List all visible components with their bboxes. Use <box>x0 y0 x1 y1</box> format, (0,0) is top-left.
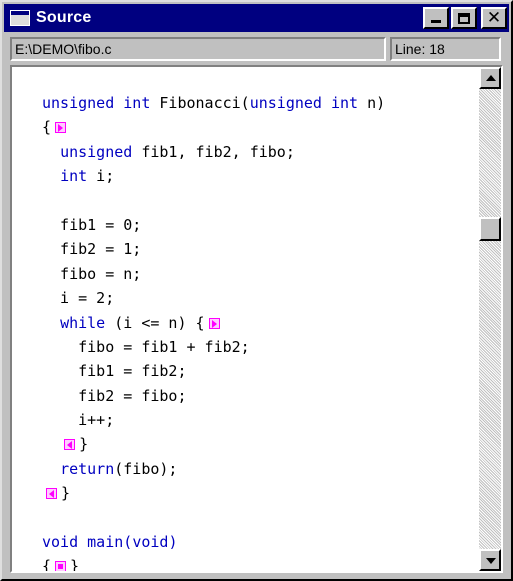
fold-expand-icon[interactable] <box>55 122 67 134</box>
code-text: fib1, fib2, fibo; <box>132 142 295 161</box>
code-line[interactable]: fibo = n; <box>42 262 385 286</box>
line-indicator: Line: 18 <box>390 37 501 61</box>
title-bar[interactable]: Source ✕ <box>4 4 509 32</box>
code-text: fib1 = fib2; <box>42 362 187 381</box>
scroll-down-button[interactable] <box>479 549 501 571</box>
code-text: { <box>42 557 52 573</box>
code-keyword: unsigned <box>60 142 133 161</box>
code-line[interactable]: unsigned int Fibonacci(unsigned int n) <box>42 91 385 115</box>
code-text: } <box>70 557 80 573</box>
code-text: } <box>61 484 71 503</box>
scroll-thumb[interactable] <box>479 217 501 241</box>
code-text: fib1 = 0; <box>42 215 142 234</box>
code-text: fibo = n; <box>42 264 142 283</box>
code-keyword: unsigned int <box>42 94 151 112</box>
code-line[interactable]: fib1 = 0; <box>42 213 385 237</box>
minimize-button[interactable] <box>423 7 449 29</box>
window-icon[interactable] <box>10 10 30 26</box>
vertical-scrollbar[interactable] <box>479 67 501 571</box>
code-keyword: void <box>132 533 169 552</box>
fold-collapse-icon[interactable] <box>46 488 57 500</box>
code-keyword: void main( <box>42 533 133 552</box>
code-line[interactable]: fib2 = 1; <box>42 237 385 261</box>
minimize-icon <box>431 20 441 23</box>
maximize-icon <box>458 12 470 24</box>
code-line[interactable]: i++; <box>42 408 385 432</box>
code-text: } <box>79 435 89 454</box>
window-title: Source <box>36 9 92 26</box>
code-keyword: ) <box>168 533 178 552</box>
code-text: Fibonacci( <box>150 94 250 112</box>
code-text: (fibo); <box>114 459 178 478</box>
code-text: i++; <box>42 411 115 430</box>
code-line[interactable]: } <box>42 432 385 456</box>
code-line[interactable]: fib1 = fib2; <box>42 359 385 383</box>
source-window: Source ✕ E:\DEMO\fibo.c Line: 18 unsigne… <box>0 0 513 581</box>
code-line[interactable]: void main(void) <box>42 530 385 554</box>
code-line[interactable]: { <box>42 115 385 139</box>
close-button[interactable]: ✕ <box>481 7 507 29</box>
file-path: E:\DEMO\fibo.c <box>10 37 386 61</box>
code-line[interactable]: while (i <= n) { <box>42 311 385 335</box>
code-text: n) <box>358 94 386 112</box>
code-text: (i <= n) { <box>105 313 205 332</box>
code-line[interactable]: i = 2; <box>42 286 385 310</box>
code-text: fibo = fib1 + fib2; <box>42 337 250 356</box>
code-text: i; <box>87 167 115 186</box>
code-text: fib2 = 1; <box>42 240 142 259</box>
code-line[interactable]: } <box>42 481 385 505</box>
fold-expand-icon[interactable] <box>208 317 220 329</box>
code-line[interactable] <box>42 189 385 213</box>
code-keyword: int <box>60 167 88 186</box>
code-text: fib2 = fibo; <box>42 386 187 405</box>
fold-collapse-icon[interactable] <box>64 439 76 451</box>
code-keyword: while <box>60 313 106 332</box>
code-line[interactable]: fibo = fib1 + fib2; <box>42 335 385 359</box>
code-keyword: unsigned int <box>249 94 359 112</box>
code-text: i = 2; <box>42 289 115 308</box>
scroll-up-button[interactable] <box>479 67 501 89</box>
code-line[interactable]: {} <box>42 554 385 573</box>
close-icon: ✕ <box>486 7 502 28</box>
code-editor[interactable]: unsigned int Fibonacci(unsigned int n){ … <box>10 65 503 573</box>
code-line[interactable]: int i; <box>42 164 385 188</box>
code-line[interactable]: fib2 = fibo; <box>42 384 385 408</box>
maximize-button[interactable] <box>451 7 477 29</box>
fold-collapsed-icon[interactable] <box>55 561 67 571</box>
status-header: E:\DEMO\fibo.c Line: 18 <box>10 37 501 61</box>
code-keyword: return <box>60 459 115 478</box>
code-line[interactable]: return(fibo); <box>42 457 385 481</box>
code-line[interactable]: unsigned fib1, fib2, fibo; <box>42 140 385 164</box>
code-line[interactable] <box>42 506 385 530</box>
source-code[interactable]: unsigned int Fibonacci(unsigned int n){ … <box>42 91 385 573</box>
code-text: { <box>42 118 52 137</box>
